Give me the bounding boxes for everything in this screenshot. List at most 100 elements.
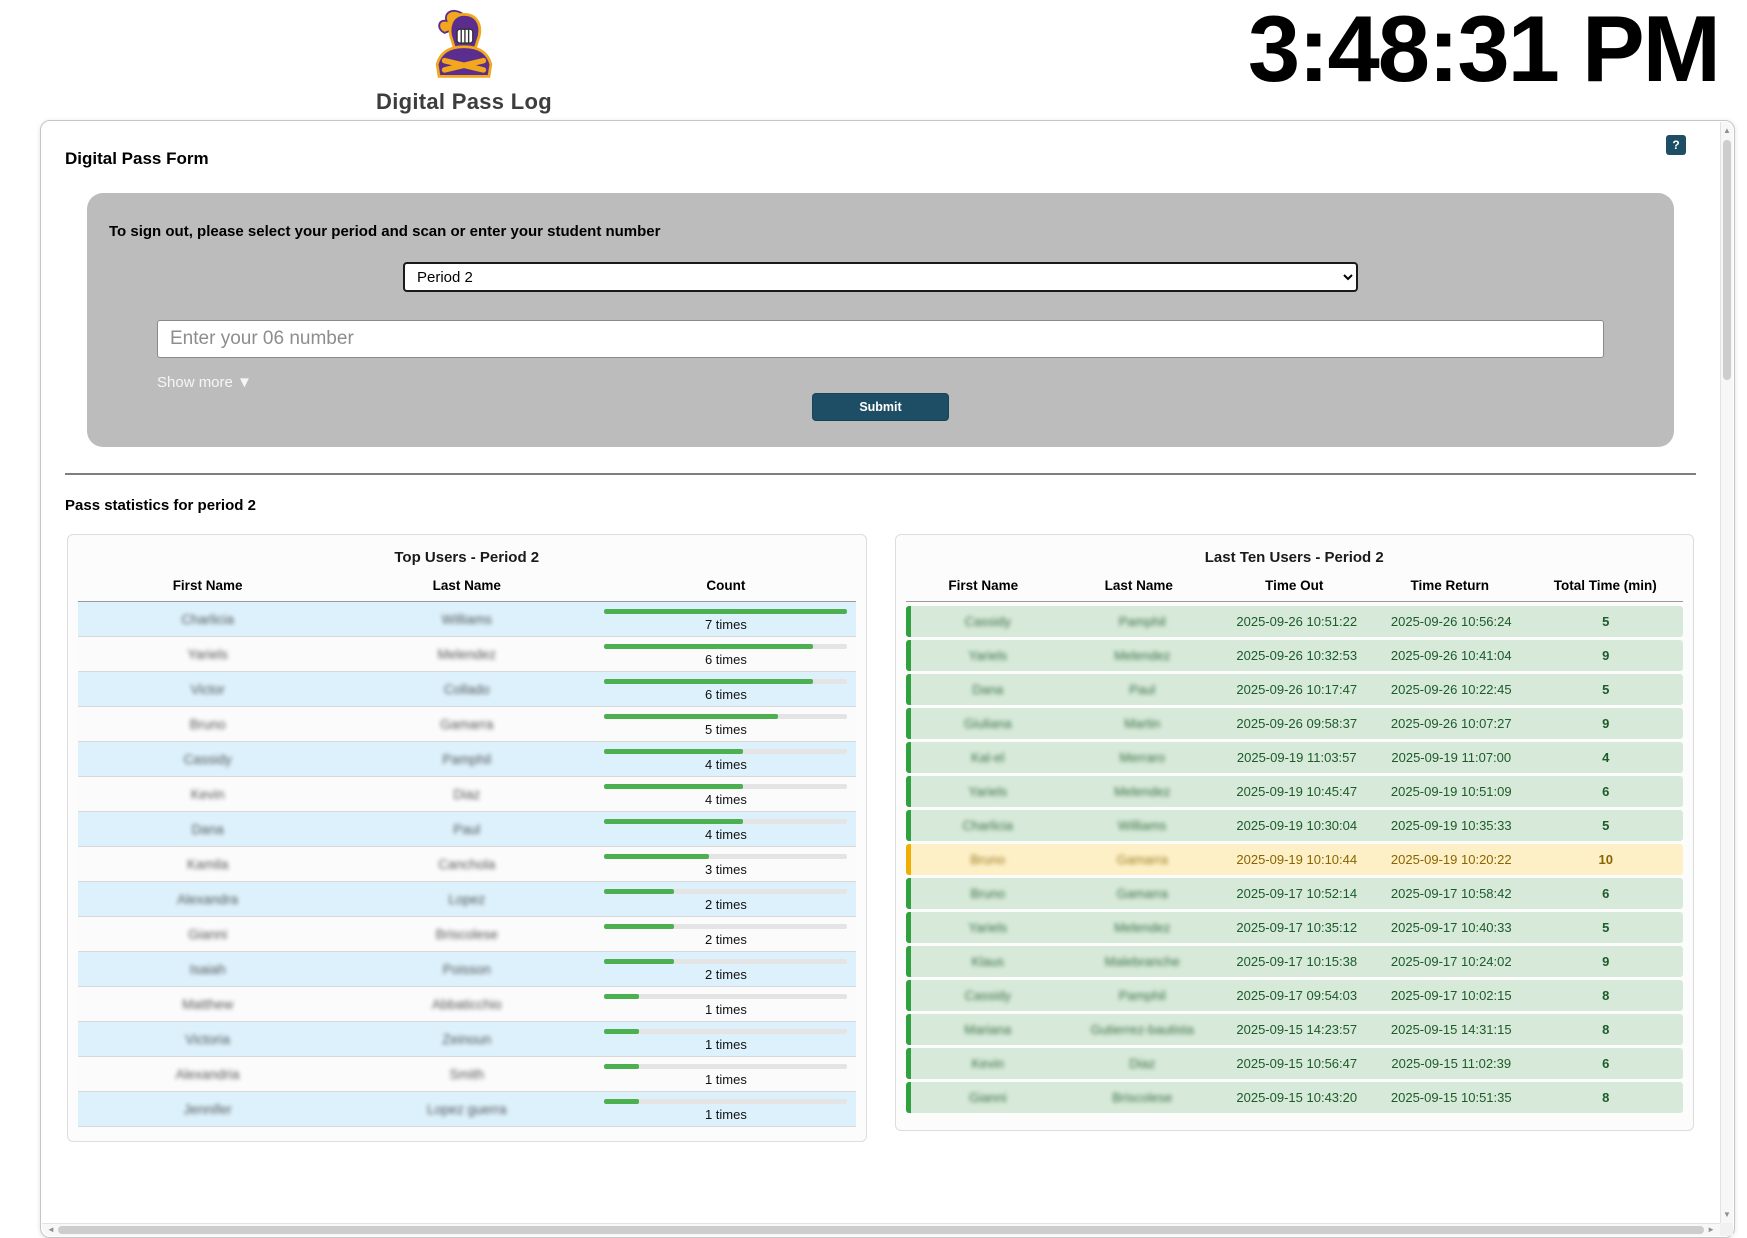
total-time-cell: 4 [1529, 750, 1684, 765]
total-time-cell: 6 [1529, 886, 1684, 901]
count-cell: 6 times [596, 637, 855, 671]
count-label: 6 times [604, 687, 847, 702]
time-out-cell: 2025-09-17 09:54:03 [1220, 988, 1375, 1003]
last-name-cell: Pamphil [1065, 988, 1220, 1003]
count-bar-track [604, 679, 847, 684]
total-time-cell: 5 [1529, 920, 1684, 935]
last-users-body: CassidyPamphil2025-09-26 10:51:222025-09… [906, 606, 1684, 1113]
vertical-scrollbar[interactable]: ▲ ▼ [1720, 122, 1733, 1223]
last-name-cell: Lopez [337, 892, 596, 907]
column-header: Last Name [1061, 578, 1217, 593]
count-cell: 2 times [596, 882, 855, 916]
top-users-title: Top Users - Period 2 [78, 549, 856, 566]
count-bar-fill [604, 959, 673, 964]
table-row: KamilaCanchola3 times [78, 847, 856, 882]
column-header: Time Return [1372, 578, 1528, 593]
column-header: Total Time (min) [1528, 578, 1684, 593]
last-users-card: Last Ten Users - Period 2 First NameLast… [895, 534, 1695, 1131]
horizontal-scrollbar[interactable]: ◄ ► [42, 1223, 1720, 1236]
student-number-input[interactable] [157, 320, 1604, 358]
vertical-scroll-thumb[interactable] [1723, 140, 1731, 380]
total-time-cell: 9 [1529, 648, 1684, 663]
table-row: BrunoGamarra2025-09-19 10:10:442025-09-1… [906, 844, 1684, 875]
first-name-cell: Cassidy [911, 614, 1066, 629]
count-bar-track [604, 1099, 847, 1104]
first-name-cell: Alexandra [78, 892, 337, 907]
horizontal-scroll-thumb[interactable] [58, 1226, 1704, 1234]
show-more-toggle[interactable]: Show more ▼ [157, 374, 252, 391]
count-label: 2 times [604, 932, 847, 947]
period-select[interactable]: Period 2 [403, 262, 1358, 292]
card-content: ? Digital Pass Form To sign out, please … [41, 121, 1720, 1223]
scroll-right-icon[interactable]: ► [1707, 1225, 1715, 1234]
table-row: AlexandriaSmith1 times [78, 1057, 856, 1092]
first-name-cell: Kamila [78, 857, 337, 872]
table-row: YarielsMelendez2025-09-19 10:45:472025-0… [906, 776, 1684, 807]
last-name-cell: Paul [337, 822, 596, 837]
total-time-cell: 9 [1529, 716, 1684, 731]
table-row: BrunoGamarra2025-09-17 10:52:142025-09-1… [906, 878, 1684, 909]
count-label: 1 times [604, 1107, 847, 1122]
first-name-cell: Gianni [78, 927, 337, 942]
table-row: CassidyPamphil2025-09-17 09:54:032025-09… [906, 980, 1684, 1011]
time-return-cell: 2025-09-17 10:24:02 [1374, 954, 1529, 969]
first-name-cell: Jennifer [78, 1102, 337, 1117]
stats-heading: Pass statistics for period 2 [65, 497, 1696, 514]
app-logo-block: Digital Pass Log [352, 6, 576, 115]
last-name-cell: Gamarra [1065, 852, 1220, 867]
time-out-cell: 2025-09-26 10:51:22 [1220, 614, 1375, 629]
count-bar-fill [604, 889, 673, 894]
count-cell: 1 times [596, 1022, 855, 1056]
table-row: VictorCollado6 times [78, 672, 856, 707]
time-out-cell: 2025-09-15 10:43:20 [1220, 1090, 1375, 1105]
first-name-cell: Bruno [911, 852, 1066, 867]
first-name-cell: Cassidy [78, 752, 337, 767]
total-time-cell: 8 [1529, 1090, 1684, 1105]
scroll-down-icon[interactable]: ▼ [1721, 1210, 1733, 1219]
top-users-body: CharliciaWilliams7 timesYarielsMelendez6… [78, 602, 856, 1127]
scroll-left-icon[interactable]: ◄ [47, 1225, 55, 1234]
last-name-cell: Briscolese [337, 927, 596, 942]
time-return-cell: 2025-09-26 10:56:24 [1374, 614, 1529, 629]
time-return-cell: 2025-09-15 14:31:15 [1374, 1022, 1529, 1037]
page-title: Digital Pass Form [65, 149, 1696, 169]
clock-display: 3:48:31 PM [1248, 2, 1719, 96]
table-row: KevinDiaz4 times [78, 777, 856, 812]
last-users-header: First NameLast NameTime OutTime ReturnTo… [906, 578, 1684, 602]
count-label: 7 times [604, 617, 847, 632]
count-label: 1 times [604, 1037, 847, 1052]
count-bar-fill [604, 1029, 639, 1034]
last-name-cell: Abbaticchio [337, 997, 596, 1012]
time-out-cell: 2025-09-19 10:10:44 [1220, 852, 1375, 867]
first-name-cell: Klaus [911, 954, 1066, 969]
submit-button[interactable]: Submit [812, 393, 948, 421]
count-bar-track [604, 924, 847, 929]
help-button[interactable]: ? [1666, 135, 1686, 155]
count-bar-track [604, 889, 847, 894]
first-name-cell: Yariels [911, 920, 1066, 935]
time-return-cell: 2025-09-19 11:07:00 [1374, 750, 1529, 765]
time-return-cell: 2025-09-17 10:02:15 [1374, 988, 1529, 1003]
count-bar-fill [604, 679, 812, 684]
last-users-title: Last Ten Users - Period 2 [906, 549, 1684, 566]
table-row: IsaiahPoisson2 times [78, 952, 856, 987]
time-return-cell: 2025-09-26 10:07:27 [1374, 716, 1529, 731]
count-label: 4 times [604, 757, 847, 772]
table-row: Kal-elMerraro2025-09-19 11:03:572025-09-… [906, 742, 1684, 773]
time-out-cell: 2025-09-17 10:35:12 [1220, 920, 1375, 935]
scroll-up-icon[interactable]: ▲ [1721, 126, 1733, 135]
total-time-cell: 10 [1529, 852, 1684, 867]
table-row: KlausMalebranche2025-09-17 10:15:382025-… [906, 946, 1684, 977]
total-time-cell: 6 [1529, 1056, 1684, 1071]
count-bar-fill [604, 1099, 639, 1104]
count-label: 6 times [604, 652, 847, 667]
table-row: CharliciaWilliams7 times [78, 602, 856, 637]
time-return-cell: 2025-09-19 10:51:09 [1374, 784, 1529, 799]
total-time-cell: 9 [1529, 954, 1684, 969]
table-row: GianniBriscolese 2 times [78, 917, 856, 952]
total-time-cell: 5 [1529, 682, 1684, 697]
column-header: Count [596, 578, 855, 593]
last-name-cell: Poisson [337, 962, 596, 977]
time-return-cell: 2025-09-17 10:58:42 [1374, 886, 1529, 901]
last-name-cell: Gamarra [1065, 886, 1220, 901]
